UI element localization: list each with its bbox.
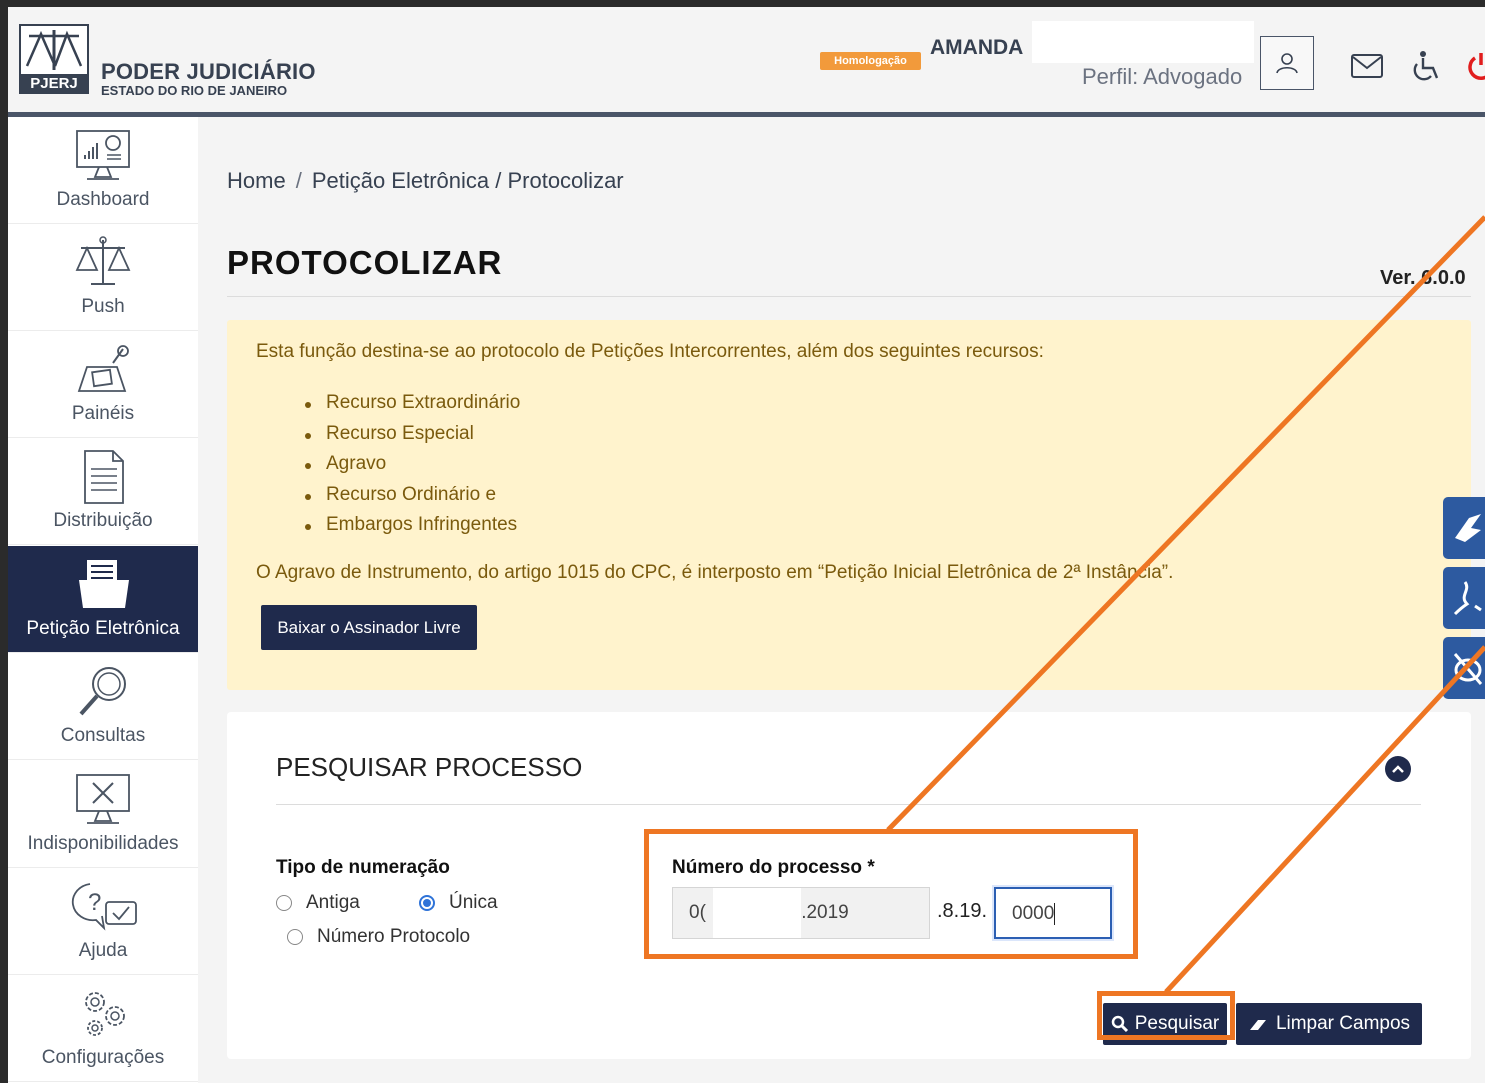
power-icon <box>1468 53 1485 80</box>
sidebar-item-label: Configurações <box>41 1047 165 1068</box>
clear-button-label: Limpar Campos <box>1275 1013 1411 1034</box>
sidebar-item-dashboard[interactable]: Dashboard <box>8 117 198 224</box>
list-item: Recurso Especial <box>304 423 520 454</box>
radio-protocolo-circle[interactable] <box>287 929 303 945</box>
radio-numero-protocolo[interactable]: Número Protocolo <box>287 926 470 948</box>
radio-antiga-circle[interactable] <box>276 895 292 911</box>
accessibility-button[interactable] <box>1406 46 1446 86</box>
hide-eye-icon <box>1453 653 1483 685</box>
info-notice: Esta função destina-se ao protocolo de P… <box>227 320 1471 690</box>
download-signer-button[interactable]: Baixar o Assinador Livre <box>261 605 477 650</box>
sidebar-item-indisponibilidades[interactable]: Indisponibilidades <box>8 761 198 868</box>
page-title: PROTOCOLIZAR <box>227 244 503 281</box>
hide-widget-button[interactable] <box>1443 637 1485 699</box>
redacted-area <box>1032 21 1254 63</box>
eraser-icon <box>1249 1020 1266 1030</box>
sidebar-item-paineis[interactable]: Painéis <box>8 331 198 438</box>
sidebar: Dashboard Push Painéis Distribuição Peti… <box>8 117 198 1083</box>
breadcrumb: Home / Petição Eletrônica / Protocolizar <box>227 168 624 194</box>
panels-icon <box>77 345 129 392</box>
mail-icon <box>1351 54 1383 78</box>
sidebar-item-label: Distribuição <box>53 510 153 531</box>
panel-title: PESQUISAR PROCESSO <box>276 752 583 782</box>
dashboard-monitor-icon <box>76 130 130 180</box>
svg-text:?: ? <box>88 889 101 916</box>
sidebar-item-label: Consultas <box>60 725 146 746</box>
sidebar-item-label: Ajuda <box>78 940 128 961</box>
sidebar-item-label: Painéis <box>71 403 135 424</box>
sidebar-item-peticao-eletronica[interactable]: Petição Eletrônica <box>8 546 198 653</box>
app-window: PJERJ PODER JUDICIÁRIO ESTADO DO RIO DE … <box>8 7 1485 1083</box>
user-name: AMANDA <box>930 36 1024 59</box>
vlibras-button[interactable] <box>1443 497 1485 559</box>
radio-antiga-label: Antiga <box>306 892 360 913</box>
radio-unica-label: Única <box>449 892 498 913</box>
user-profile: Perfil: Advogado <box>1082 64 1243 89</box>
sidebar-item-label: Dashboard <box>56 189 150 210</box>
sidebar-item-push[interactable]: Push <box>8 224 198 331</box>
collapse-toggle[interactable] <box>1385 756 1411 782</box>
list-item: Agravo <box>304 453 520 484</box>
sidebar-item-ajuda[interactable]: ? Ajuda <box>8 868 198 975</box>
breadcrumb-trail: Petição Eletrônica / Protocolizar <box>311 168 624 193</box>
environment-badge: Homologação <box>820 52 921 70</box>
radio-protocolo-label: Número Protocolo <box>317 926 471 947</box>
brand-subtitle: ESTADO DO RIO DE JANEIRO <box>101 83 288 98</box>
top-header: PJERJ PODER JUDICIÁRIO ESTADO DO RIO DE … <box>8 7 1485 117</box>
version-label: Ver. 6.0.0 <box>1380 267 1466 289</box>
sidebar-item-distribuicao[interactable]: Distribuição <box>8 438 198 545</box>
radio-antiga[interactable]: Antiga <box>276 892 360 914</box>
notice-list: Recurso Extraordinário Recurso Especial … <box>304 392 520 545</box>
monitor-x-icon <box>76 774 130 824</box>
title-divider <box>227 296 1471 297</box>
notice-intro: Esta função destina-se ao protocolo de P… <box>256 341 1044 362</box>
sidebar-item-configuracoes[interactable]: Configurações <box>8 975 198 1082</box>
user-icon <box>1276 53 1298 74</box>
clear-fields-button[interactable]: Limpar Campos <box>1236 1003 1422 1045</box>
chevron-up-icon <box>1392 765 1404 773</box>
pjerj-logo[interactable]: PJERJ <box>19 24 89 94</box>
accessibility-icon <box>1413 51 1439 81</box>
folder-document-icon <box>79 560 129 608</box>
radio-unica[interactable]: Única <box>419 892 498 914</box>
logo-text: PJERJ <box>30 75 78 92</box>
sidebar-item-consultas[interactable]: Consultas <box>8 653 198 760</box>
help-chat-icon: ? <box>71 883 137 931</box>
breadcrumb-home[interactable]: Home <box>227 168 286 193</box>
user-button[interactable] <box>1260 36 1314 90</box>
panel-divider <box>276 804 1421 805</box>
sign-language-button[interactable] <box>1443 567 1485 629</box>
radio-unica-circle[interactable] <box>419 895 435 911</box>
list-item: Recurso Ordinário e <box>304 484 520 515</box>
sign-language-icon <box>1453 581 1482 616</box>
list-item: Embargos Infringentes <box>304 514 520 545</box>
list-item: Recurso Extraordinário <box>304 392 520 423</box>
highlight-process-number <box>644 829 1138 959</box>
magnifier-icon <box>79 667 126 716</box>
gears-icon <box>85 992 125 1036</box>
numbering-type-label: Tipo de numeração <box>276 857 450 878</box>
breadcrumb-separator: / <box>295 168 302 193</box>
hands-icon <box>1455 514 1481 542</box>
scales-icon <box>75 236 131 285</box>
highlight-search-button <box>1097 991 1235 1040</box>
brand-title: PODER JUDICIÁRIO <box>101 59 316 84</box>
notice-note: O Agravo de Instrumento, do artigo 1015 … <box>256 562 1174 583</box>
sidebar-item-label: Push <box>81 296 125 317</box>
logout-button[interactable] <box>1466 46 1485 86</box>
sidebar-item-label: Petição Eletrônica <box>26 618 180 639</box>
sidebar-item-label: Indisponibilidades <box>27 833 179 854</box>
document-icon <box>84 450 124 504</box>
mail-button[interactable] <box>1347 46 1387 86</box>
